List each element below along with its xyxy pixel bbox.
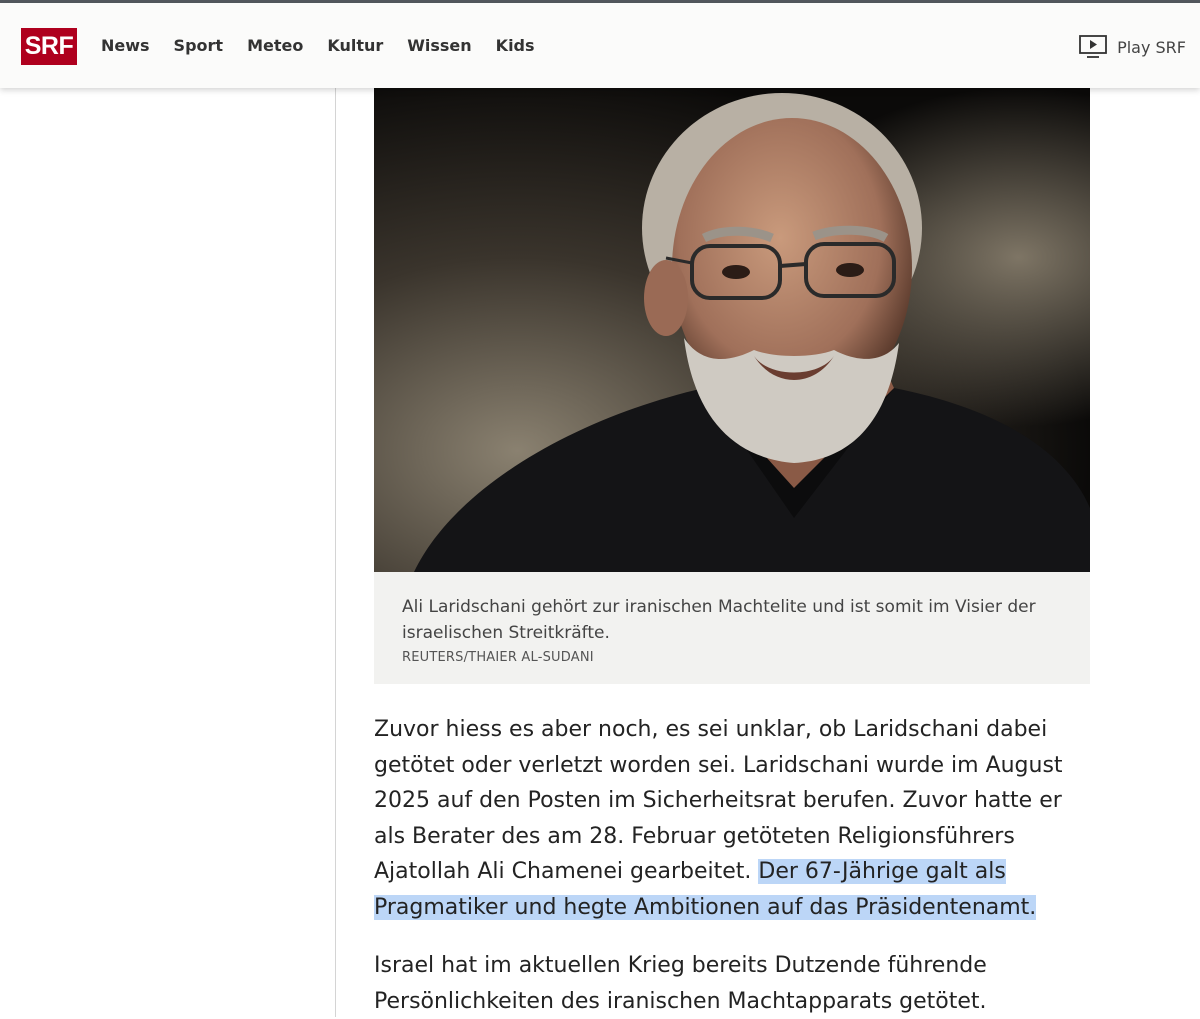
nav-sport[interactable]: Sport [174, 36, 224, 56]
site-header: SRF News Sport Meteo Kultur Wissen Kids … [0, 3, 1200, 88]
column-divider [335, 88, 336, 1017]
nav-kultur[interactable]: Kultur [327, 36, 383, 56]
caption-box: Ali Laridschani gehört zur iranischen Ma… [374, 572, 1090, 684]
nav-meteo[interactable]: Meteo [247, 36, 303, 56]
image-caption: Ali Laridschani gehört zur iranischen Ma… [402, 597, 1036, 643]
play-srf-label: Play SRF [1117, 37, 1186, 57]
nav-wissen[interactable]: Wissen [407, 36, 471, 56]
article-paragraph-2: Israel hat im aktuellen Krieg bereits Du… [374, 953, 987, 1014]
article-paragraph-1: Zuvor hiess es aber noch, es sei unklar,… [374, 712, 1094, 925]
srf-logo[interactable]: SRF [21, 28, 77, 65]
article-figure: Ali Laridschani gehört zur iranischen Ma… [374, 88, 1090, 684]
play-srf-link[interactable]: Play SRF [1079, 35, 1186, 59]
image-credit: REUTERS/THAIER AL-SUDANI [402, 650, 594, 665]
nav-news[interactable]: News [101, 36, 150, 56]
tv-play-icon [1079, 35, 1107, 58]
main-nav: News Sport Meteo Kultur Wissen Kids [101, 36, 559, 56]
portrait-photo[interactable] [374, 88, 1090, 572]
nav-kids[interactable]: Kids [496, 36, 535, 56]
